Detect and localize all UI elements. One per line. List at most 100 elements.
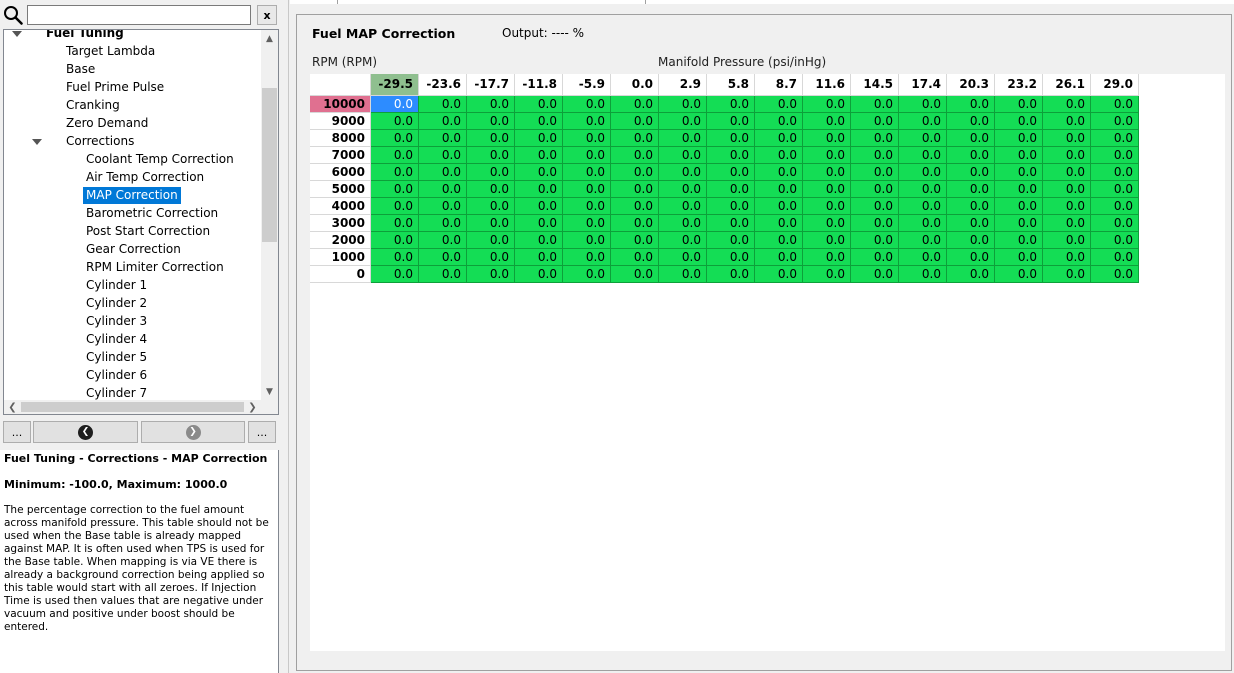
table-cell[interactable]: 0.0 [1091, 232, 1139, 249]
tree-item[interactable]: Cylinder 2 [4, 295, 261, 312]
tree-item[interactable]: Post Start Correction [4, 223, 261, 240]
table-cell[interactable]: 0.0 [659, 164, 707, 181]
table-cell[interactable]: 0.0 [515, 96, 563, 113]
tree-item[interactable]: Cylinder 1 [4, 277, 261, 294]
table-cell[interactable]: 0.0 [707, 232, 755, 249]
tree-item[interactable]: Zero Demand [4, 115, 261, 132]
table-cell[interactable]: 0.0 [995, 113, 1043, 130]
table-cell[interactable]: 0.0 [803, 249, 851, 266]
expand-arrow-icon[interactable] [12, 31, 22, 37]
table-cell[interactable]: 0.0 [371, 215, 419, 232]
table-cell[interactable]: 0.0 [755, 96, 803, 113]
scroll-left-icon[interactable]: ❮ [4, 400, 21, 414]
table-cell[interactable]: 0.0 [899, 113, 947, 130]
table-cell[interactable]: 0.0 [947, 266, 995, 283]
table-cell[interactable]: 0.0 [755, 113, 803, 130]
table-cell[interactable]: 0.0 [995, 130, 1043, 147]
table-cell[interactable]: 0.0 [1043, 96, 1091, 113]
table-cell[interactable]: 0.0 [1043, 232, 1091, 249]
row-header[interactable]: 4000 [310, 198, 371, 215]
table-cell[interactable]: 0.0 [755, 147, 803, 164]
table-cell[interactable]: 0.0 [803, 181, 851, 198]
column-header[interactable]: 23.2 [995, 74, 1043, 96]
table-cell[interactable]: 0.0 [563, 113, 611, 130]
column-header[interactable]: 0.0 [611, 74, 659, 96]
table-cell[interactable]: 0.0 [1043, 147, 1091, 164]
tree-item[interactable]: Cylinder 6 [4, 367, 261, 384]
tree-item[interactable]: Base [4, 61, 261, 78]
table-cell[interactable]: 0.0 [515, 130, 563, 147]
tree-item[interactable]: RPM Limiter Correction [4, 259, 261, 276]
table-cell[interactable]: 0.0 [1043, 266, 1091, 283]
table-cell[interactable]: 0.0 [371, 198, 419, 215]
table-cell[interactable]: 0.0 [899, 164, 947, 181]
table-cell[interactable]: 0.0 [1043, 181, 1091, 198]
search-input[interactable] [27, 5, 251, 25]
table-cell[interactable]: 0.0 [1043, 113, 1091, 130]
table-cell[interactable]: 0.0 [707, 215, 755, 232]
table-cell[interactable]: 0.0 [611, 215, 659, 232]
table-cell[interactable]: 0.0 [467, 249, 515, 266]
table-cell[interactable]: 0.0 [755, 249, 803, 266]
table-cell[interactable]: 0.0 [851, 232, 899, 249]
table-cell[interactable]: 0.0 [995, 181, 1043, 198]
tree-item[interactable]: Cylinder 5 [4, 349, 261, 366]
table-cell[interactable]: 0.0 [515, 249, 563, 266]
table-cell[interactable]: 0.0 [707, 181, 755, 198]
table-cell[interactable]: 0.0 [947, 181, 995, 198]
table-cell[interactable]: 0.0 [755, 181, 803, 198]
table-cell[interactable]: 0.0 [851, 164, 899, 181]
table-cell[interactable]: 0.0 [1091, 215, 1139, 232]
table-cell[interactable]: 0.0 [851, 181, 899, 198]
table-cell[interactable]: 0.0 [1091, 147, 1139, 164]
table-cell[interactable]: 0.0 [1043, 198, 1091, 215]
tree-item[interactable]: Cranking [4, 97, 261, 114]
table-cell[interactable]: 0.0 [563, 181, 611, 198]
table-cell[interactable]: 0.0 [563, 266, 611, 283]
table-cell[interactable]: 0.0 [995, 266, 1043, 283]
table-cell[interactable]: 0.0 [419, 130, 467, 147]
table-cell[interactable]: 0.0 [515, 181, 563, 198]
table-cell[interactable]: 0.0 [1091, 96, 1139, 113]
table-cell[interactable]: 0.0 [755, 215, 803, 232]
table-cell[interactable]: 0.0 [851, 130, 899, 147]
table-cell[interactable]: 0.0 [1043, 130, 1091, 147]
table-cell[interactable]: 0.0 [659, 181, 707, 198]
row-header[interactable]: 5000 [310, 181, 371, 198]
table-cell[interactable]: 0.0 [947, 215, 995, 232]
table-cell[interactable]: 0.0 [659, 232, 707, 249]
table-cell[interactable]: 0.0 [995, 147, 1043, 164]
table-cell[interactable]: 0.0 [659, 266, 707, 283]
table-cell[interactable]: 0.0 [419, 232, 467, 249]
table-cell[interactable]: 0.0 [947, 130, 995, 147]
tree-item[interactable]: Gear Correction [4, 241, 261, 258]
column-header[interactable]: -23.6 [419, 74, 467, 96]
table-cell[interactable]: 0.0 [1043, 249, 1091, 266]
table-cell[interactable]: 0.0 [659, 249, 707, 266]
table-cell[interactable]: 0.0 [803, 266, 851, 283]
more-left-button[interactable]: ... [3, 421, 31, 443]
tree-item[interactable]: Target Lambda [4, 43, 261, 60]
table-cell[interactable]: 0.0 [419, 266, 467, 283]
table-cell[interactable]: 0.0 [899, 96, 947, 113]
table-cell[interactable]: 0.0 [707, 266, 755, 283]
table-cell[interactable]: 0.0 [371, 164, 419, 181]
table-cell[interactable]: 0.0 [899, 232, 947, 249]
table-cell[interactable]: 0.0 [755, 198, 803, 215]
table-cell[interactable]: 0.0 [851, 96, 899, 113]
tree-horizontal-scrollbar[interactable]: ❮ ❯ [4, 400, 261, 414]
table-cell[interactable]: 0.0 [419, 96, 467, 113]
table-cell[interactable]: 0.0 [707, 249, 755, 266]
row-header[interactable]: 0 [310, 266, 371, 283]
table-cell[interactable]: 0.0 [371, 96, 419, 113]
table-cell[interactable]: 0.0 [563, 96, 611, 113]
table-cell[interactable]: 0.0 [611, 130, 659, 147]
scroll-up-icon[interactable]: ▲ [261, 30, 278, 47]
more-right-button[interactable]: ... [248, 421, 276, 443]
column-header[interactable]: 20.3 [947, 74, 995, 96]
table-cell[interactable]: 0.0 [515, 232, 563, 249]
table-cell[interactable]: 0.0 [707, 130, 755, 147]
row-header[interactable]: 7000 [310, 147, 371, 164]
table-cell[interactable]: 0.0 [947, 113, 995, 130]
column-header[interactable]: 26.1 [1043, 74, 1091, 96]
